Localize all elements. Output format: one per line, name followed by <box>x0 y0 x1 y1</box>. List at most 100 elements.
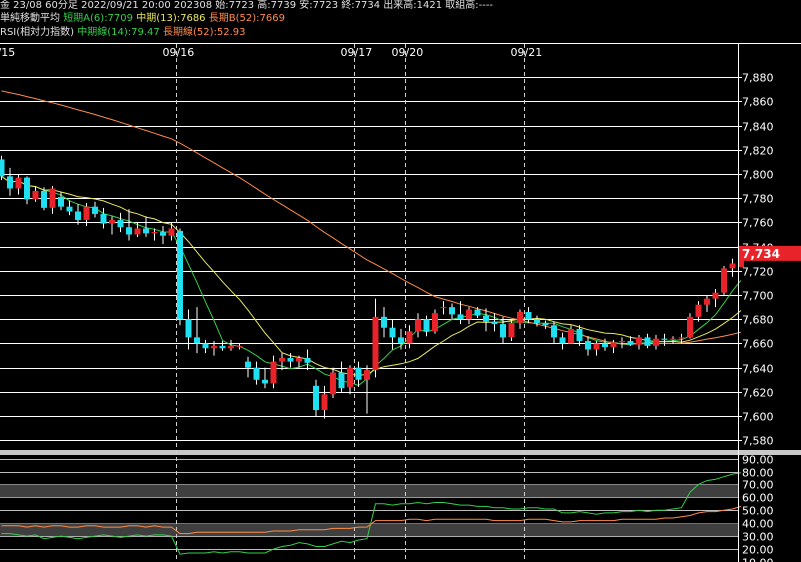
ma-short-line <box>1 175 742 386</box>
candle-body <box>551 325 557 338</box>
candle-body <box>262 379 268 384</box>
candle-body <box>525 311 532 320</box>
candle-body <box>500 324 506 338</box>
price-tick-label: 7,860 <box>742 96 774 109</box>
rsi-band <box>0 484 738 498</box>
candle-body <box>729 263 736 269</box>
candle-body <box>661 338 668 340</box>
candle-body <box>109 219 115 224</box>
candle-body <box>58 196 64 207</box>
candle-body <box>517 311 523 323</box>
candle-body <box>568 328 574 344</box>
last-price-label: 7,734 <box>742 247 780 261</box>
price-tick-label: 7,840 <box>742 121 774 134</box>
rsi-tick-label: 70.00 <box>742 479 774 492</box>
candle-body <box>245 361 251 368</box>
candle-body <box>687 316 693 338</box>
date-label: 09/20 <box>392 46 424 59</box>
rsi-tick-label: 60.00 <box>742 492 774 505</box>
candle-body <box>338 372 345 389</box>
candle-body <box>279 357 285 362</box>
candle-body <box>202 343 209 349</box>
candle-body <box>389 327 396 338</box>
price-tick-label: 7,600 <box>742 411 774 424</box>
candle-body <box>508 322 515 338</box>
candle-body <box>440 307 447 309</box>
price-tick-label: 7,780 <box>742 193 774 206</box>
candle-body <box>194 337 200 344</box>
candle-body <box>185 319 192 338</box>
candle-body <box>347 367 353 388</box>
candle-body <box>466 309 472 320</box>
candle-body <box>432 313 438 332</box>
candle-body <box>534 319 540 323</box>
price-tick-label: 7,880 <box>742 72 774 85</box>
candle-body <box>313 385 319 411</box>
candle-body <box>610 342 617 348</box>
candle-body <box>321 394 328 411</box>
price-tick-label: 7,580 <box>742 435 774 448</box>
candle-body <box>270 361 277 384</box>
candle-body <box>15 177 22 189</box>
candle-body <box>653 338 659 346</box>
candle-body <box>576 328 583 342</box>
candle-body <box>41 190 47 208</box>
candle-body <box>721 268 727 293</box>
candle-body <box>423 319 430 332</box>
price-tick-label: 7,820 <box>742 145 774 158</box>
candle-body <box>678 337 685 339</box>
candle-body <box>126 227 132 235</box>
candle-body <box>593 343 600 350</box>
rsi-tick-label: 50.00 <box>742 505 774 518</box>
candle-body <box>457 314 464 320</box>
candle-body <box>355 367 362 380</box>
candle-body <box>228 345 234 349</box>
candle-body <box>287 357 294 362</box>
candle-body <box>602 343 608 348</box>
candlestick-layer <box>0 155 744 419</box>
candle-body <box>7 176 13 189</box>
candle-body <box>304 357 311 363</box>
candle-body <box>24 177 30 200</box>
candle-body <box>474 309 481 316</box>
candle-body <box>236 345 243 347</box>
candle-body <box>449 307 455 315</box>
candle-body <box>75 211 81 220</box>
candle-body <box>585 341 591 350</box>
panel-separator <box>0 450 801 455</box>
candle-body <box>712 292 719 299</box>
date-label: 09/15 <box>0 46 15 59</box>
candle-body <box>704 298 710 305</box>
candle-body <box>92 206 98 214</box>
candle-body <box>406 331 413 344</box>
candle-body <box>330 372 336 395</box>
price-tick-label: 7,800 <box>742 169 774 182</box>
candle-body <box>219 345 226 349</box>
candle-body <box>542 322 549 326</box>
candle-body <box>398 337 404 344</box>
candle-body <box>168 228 175 236</box>
candle-body <box>177 230 183 320</box>
candle-body <box>32 190 39 200</box>
candle-body <box>364 370 370 380</box>
candle-body <box>211 345 217 349</box>
candle-body <box>100 213 107 224</box>
price-chart-svg[interactable]: 7,8807,8607,8407,8207,8007,7807,7607,740… <box>0 0 801 562</box>
price-tick-label: 7,640 <box>742 363 774 376</box>
price-tick-label: 7,620 <box>742 387 774 400</box>
price-tick-label: 7,720 <box>742 266 774 279</box>
date-label: 09/21 <box>511 46 543 59</box>
candle-body <box>695 304 702 317</box>
candle-body <box>483 315 489 322</box>
price-tick-label: 7,680 <box>742 314 774 327</box>
candle-body <box>381 316 387 328</box>
candle-body <box>253 367 260 380</box>
candle-body <box>0 159 5 177</box>
rsi-tick-label: 30.00 <box>742 531 774 544</box>
candle-body <box>636 337 642 345</box>
candle-body <box>415 319 421 332</box>
date-label: 09/16 <box>163 46 195 59</box>
candle-body <box>160 232 166 236</box>
candle-body <box>49 188 56 208</box>
candle-body <box>644 337 651 346</box>
